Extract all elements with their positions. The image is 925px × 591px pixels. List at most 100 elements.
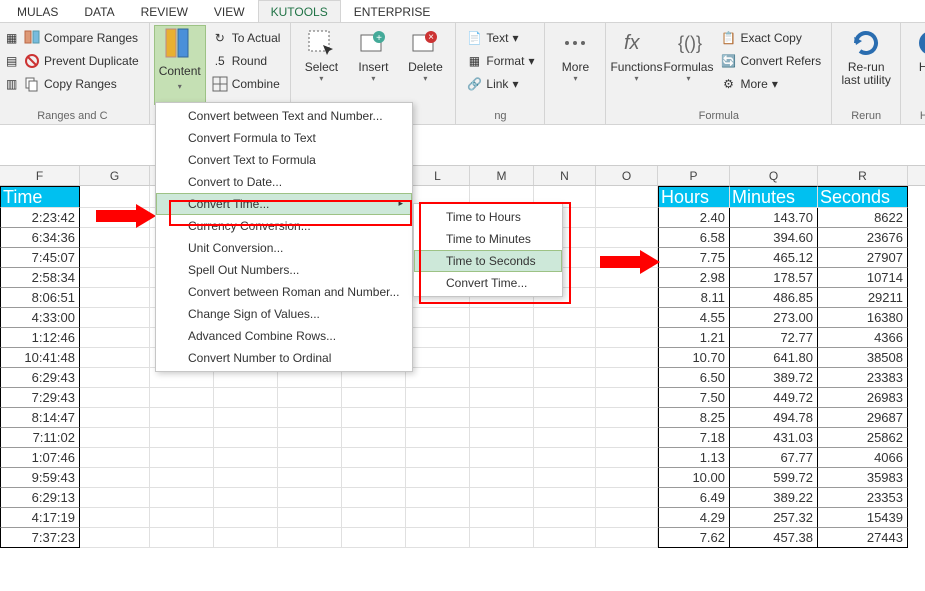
cell[interactable]: 6:34:36 — [0, 228, 80, 248]
menu-item[interactable]: Currency Conversion... — [156, 215, 412, 237]
insert-button[interactable]: +Insert▾ — [347, 25, 399, 105]
cell[interactable] — [596, 228, 658, 248]
round-button[interactable]: .5Round — [208, 50, 285, 72]
functions-button[interactable]: fxFunctions▾ — [610, 25, 662, 105]
cell[interactable]: 4:33:00 — [0, 308, 80, 328]
column-header-O[interactable]: O — [596, 166, 658, 185]
combine-button[interactable]: Combine — [208, 73, 285, 95]
cell[interactable] — [596, 528, 658, 548]
cell[interactable]: 7.62 — [658, 528, 730, 548]
cell[interactable]: 23676 — [818, 228, 908, 248]
cell[interactable]: 7.50 — [658, 388, 730, 408]
cell[interactable] — [470, 468, 534, 488]
cell[interactable] — [406, 348, 470, 368]
cell[interactable]: 641.80 — [730, 348, 818, 368]
rerun-button[interactable]: Re-runlast utility — [836, 25, 896, 105]
cell[interactable] — [278, 508, 342, 528]
cell[interactable] — [150, 408, 214, 428]
cell[interactable] — [278, 448, 342, 468]
cell[interactable]: 449.72 — [730, 388, 818, 408]
cell[interactable] — [596, 488, 658, 508]
cell[interactable] — [342, 428, 406, 448]
cell[interactable] — [80, 528, 150, 548]
cell[interactable] — [534, 448, 596, 468]
cell[interactable]: 7.18 — [658, 428, 730, 448]
cell[interactable] — [80, 288, 150, 308]
cell[interactable] — [214, 528, 278, 548]
cell[interactable]: 7:45:07 — [0, 248, 80, 268]
column-header-N[interactable]: N — [534, 166, 596, 185]
cell[interactable] — [406, 488, 470, 508]
cell[interactable] — [406, 388, 470, 408]
cell[interactable] — [470, 328, 534, 348]
cell[interactable]: Minutes — [730, 186, 818, 208]
cell[interactable] — [80, 328, 150, 348]
menu-item[interactable]: Convert Text to Formula — [156, 149, 412, 171]
copy-ranges-button[interactable]: Copy Ranges — [20, 73, 143, 95]
cell[interactable] — [214, 408, 278, 428]
cell[interactable]: 178.57 — [730, 268, 818, 288]
cell[interactable]: 4:17:19 — [0, 508, 80, 528]
cell[interactable]: 389.72 — [730, 368, 818, 388]
cell[interactable]: 2:58:34 — [0, 268, 80, 288]
menu-item[interactable]: Convert Time...▸ — [156, 193, 412, 215]
cell[interactable] — [596, 268, 658, 288]
convert-refers-button[interactable]: 🔄Convert Refers — [716, 50, 825, 72]
cell[interactable] — [150, 428, 214, 448]
submenu-item[interactable]: Convert Time... — [414, 272, 562, 294]
cell[interactable] — [406, 448, 470, 468]
to-actual-button[interactable]: ↻To Actual — [208, 27, 285, 49]
cell[interactable] — [278, 428, 342, 448]
cell[interactable]: 494.78 — [730, 408, 818, 428]
cell[interactable]: 35983 — [818, 468, 908, 488]
column-header-L[interactable]: L — [406, 166, 470, 185]
cell[interactable] — [342, 488, 406, 508]
cell[interactable] — [470, 388, 534, 408]
cell[interactable]: 10:41:48 — [0, 348, 80, 368]
cell[interactable] — [596, 308, 658, 328]
cell[interactable] — [278, 388, 342, 408]
link-button[interactable]: 🔗Link▾ — [462, 73, 538, 95]
more-button[interactable]: More▾ — [549, 25, 601, 105]
formulas-button[interactable]: {()}Formulas▾ — [662, 25, 714, 105]
cell[interactable] — [470, 308, 534, 328]
tab-data[interactable]: DATA — [71, 0, 127, 22]
cell[interactable]: 2:23:42 — [0, 208, 80, 228]
cell[interactable] — [596, 348, 658, 368]
menu-item[interactable]: Convert Formula to Text — [156, 127, 412, 149]
cell[interactable] — [278, 408, 342, 428]
cell[interactable]: 7:29:43 — [0, 388, 80, 408]
tab-review[interactable]: REVIEW — [128, 0, 201, 22]
cell[interactable] — [596, 328, 658, 348]
cell[interactable]: 273.00 — [730, 308, 818, 328]
cell[interactable]: 1.21 — [658, 328, 730, 348]
cell[interactable] — [80, 348, 150, 368]
cell[interactable]: 457.38 — [730, 528, 818, 548]
cell[interactable] — [470, 348, 534, 368]
cell[interactable] — [214, 428, 278, 448]
cell[interactable] — [406, 368, 470, 388]
cell[interactable] — [80, 228, 150, 248]
tab-formulas[interactable]: MULAS — [4, 0, 71, 22]
submenu-item[interactable]: Time to Seconds — [414, 250, 562, 272]
cell[interactable] — [534, 528, 596, 548]
cell[interactable] — [534, 348, 596, 368]
help-button[interactable]: ?Help▾ — [905, 25, 925, 105]
cell[interactable]: 25862 — [818, 428, 908, 448]
cell[interactable]: 6.50 — [658, 368, 730, 388]
cell[interactable]: 4.55 — [658, 308, 730, 328]
format-button[interactable]: ▦Format▾ — [462, 50, 538, 72]
cell[interactable] — [596, 428, 658, 448]
cell[interactable] — [214, 488, 278, 508]
ribbon-icon-1[interactable]: ▦ — [2, 27, 16, 49]
cell[interactable] — [342, 388, 406, 408]
text-button[interactable]: 📄Text▾ — [462, 27, 538, 49]
cell[interactable] — [596, 248, 658, 268]
cell[interactable]: Seconds — [818, 186, 908, 208]
cell[interactable] — [342, 448, 406, 468]
cell[interactable] — [80, 428, 150, 448]
cell[interactable] — [278, 528, 342, 548]
column-header-M[interactable]: M — [470, 166, 534, 185]
column-header-Q[interactable]: Q — [730, 166, 818, 185]
cell[interactable] — [278, 488, 342, 508]
